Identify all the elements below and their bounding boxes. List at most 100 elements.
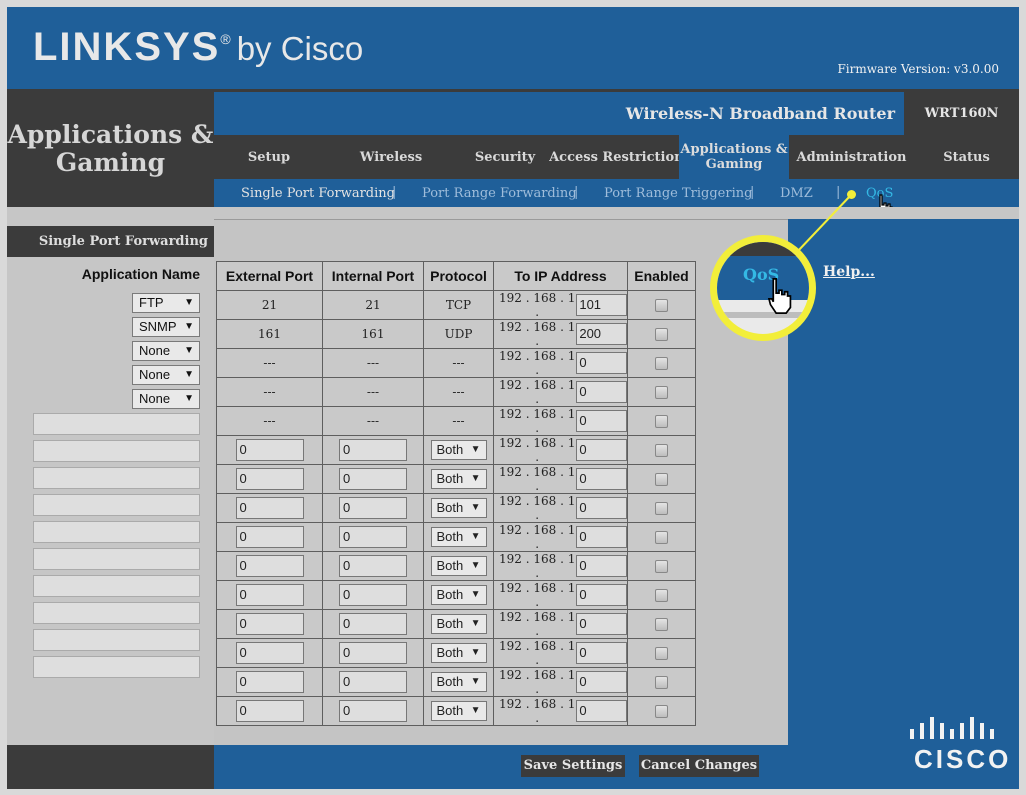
ip-last-octet-input[interactable]: 0 xyxy=(576,642,627,664)
subtab-dmz[interactable]: DMZ xyxy=(780,186,813,201)
internal-port-input[interactable]: 0 xyxy=(339,700,407,722)
enabled-checkbox[interactable] xyxy=(655,618,668,631)
app-name-input[interactable] xyxy=(33,602,200,624)
ip-last-octet-input[interactable]: 0 xyxy=(576,439,627,461)
app-name-input[interactable] xyxy=(33,656,200,678)
ip-address-group: 192 . 168 . 1 .0 xyxy=(494,581,627,609)
internal-port-cell: 0 xyxy=(322,435,424,465)
protocol-select[interactable]: Both ▼ xyxy=(430,440,487,460)
app-select-3[interactable]: None ▼ xyxy=(132,341,200,361)
protocol-select[interactable]: Both ▼ xyxy=(430,643,487,663)
protocol-select[interactable]: Both ▼ xyxy=(430,614,487,634)
save-settings-button[interactable]: Save Settings xyxy=(521,755,625,777)
enabled-checkbox[interactable] xyxy=(655,502,668,515)
external-port-input[interactable]: 0 xyxy=(235,700,304,722)
subtab-single-port-forwarding[interactable]: Single Port Forwarding xyxy=(241,186,395,201)
app-name-input[interactable] xyxy=(33,521,200,543)
ip-address-cell: 192 . 168 . 1 . 200 xyxy=(493,319,628,349)
external-port-input[interactable]: 0 xyxy=(235,497,304,519)
enabled-checkbox[interactable] xyxy=(655,531,668,544)
app-select-4[interactable]: None ▼ xyxy=(132,365,200,385)
app-name-input[interactable] xyxy=(33,629,200,651)
ip-last-octet-input[interactable]: 0 xyxy=(576,700,627,722)
ip-last-octet-input[interactable]: 0 xyxy=(576,613,627,635)
protocol-select[interactable]: Both ▼ xyxy=(430,585,487,605)
app-name-input[interactable] xyxy=(33,440,200,462)
tab-access-restrictions[interactable]: Access Restrictions xyxy=(549,135,691,179)
enabled-checkbox[interactable] xyxy=(655,589,668,602)
ip-last-octet-input[interactable]: 0 xyxy=(576,410,627,432)
ip-last-octet-input[interactable]: 0 xyxy=(576,497,627,519)
ip-last-octet-input[interactable]: 0 xyxy=(576,555,627,577)
app-name-input[interactable] xyxy=(33,494,200,516)
internal-port-input[interactable]: 0 xyxy=(339,526,407,548)
ip-last-octet-input[interactable]: 0 xyxy=(576,468,627,490)
enabled-checkbox[interactable] xyxy=(655,328,668,341)
tab-applications-gaming[interactable]: Applications & Gaming xyxy=(679,135,789,179)
cancel-changes-button[interactable]: Cancel Changes xyxy=(639,755,759,777)
enabled-checkbox[interactable] xyxy=(655,357,668,370)
external-port-input[interactable]: 0 xyxy=(235,642,304,664)
protocol-select[interactable]: Both ▼ xyxy=(430,498,487,518)
ip-last-octet-input[interactable]: 200 xyxy=(576,323,627,345)
internal-port-input[interactable]: 0 xyxy=(339,497,407,519)
subtab-separator: | xyxy=(574,185,579,200)
tab-wireless[interactable]: Wireless xyxy=(331,135,451,179)
app-name-input[interactable] xyxy=(33,413,200,435)
tab-security[interactable]: Security xyxy=(445,135,565,179)
protocol-select-value: Both xyxy=(436,529,464,544)
enabled-checkbox[interactable] xyxy=(655,444,668,457)
tab-administration[interactable]: Administration xyxy=(789,135,914,179)
enabled-checkbox[interactable] xyxy=(655,299,668,312)
enabled-checkbox[interactable] xyxy=(655,560,668,573)
internal-port-input[interactable]: 0 xyxy=(339,613,407,635)
internal-port-input[interactable]: 0 xyxy=(339,468,407,490)
ip-prefix: 192 . 168 . 1 . xyxy=(499,523,576,551)
internal-port-input[interactable]: 0 xyxy=(339,642,407,664)
internal-port-input[interactable]: 0 xyxy=(339,555,407,577)
internal-port-input[interactable]: 0 xyxy=(339,439,407,461)
protocol-select[interactable]: Both ▼ xyxy=(430,672,487,692)
ip-last-octet-input[interactable]: 0 xyxy=(576,584,627,606)
protocol-select[interactable]: Both ▼ xyxy=(430,701,487,721)
ip-last-octet-input[interactable]: 0 xyxy=(576,381,627,403)
ip-last-octet-input[interactable]: 0 xyxy=(576,352,627,374)
enabled-checkbox[interactable] xyxy=(655,647,668,660)
protocol-select[interactable]: Both ▼ xyxy=(430,556,487,576)
subtab-port-range-triggering[interactable]: Port Range Triggering xyxy=(604,186,752,201)
external-port-input[interactable]: 0 xyxy=(235,555,304,577)
ip-last-octet-input[interactable]: 101 xyxy=(576,294,627,316)
protocol-select[interactable]: Both ▼ xyxy=(430,527,487,547)
model-number: WRT160N xyxy=(904,92,1019,135)
app-name-input[interactable] xyxy=(33,548,200,570)
external-port-cell: 0 xyxy=(216,638,323,668)
app-select-1[interactable]: FTP ▼ xyxy=(132,293,200,313)
help-link[interactable]: Help... xyxy=(823,264,875,280)
app-select-5[interactable]: None ▼ xyxy=(132,389,200,409)
enabled-checkbox[interactable] xyxy=(655,676,668,689)
app-name-input[interactable] xyxy=(33,467,200,489)
internal-port-input[interactable]: 0 xyxy=(339,584,407,606)
external-port-input[interactable]: 0 xyxy=(235,526,304,548)
app-select-2[interactable]: SNMP ▼ xyxy=(132,317,200,337)
external-port-input[interactable]: 0 xyxy=(235,671,304,693)
protocol-cell: Both ▼ xyxy=(423,667,494,697)
router-admin-page: LINKSYS® by Cisco Firmware Version: v3.0.… xyxy=(7,7,1019,789)
external-port-input[interactable]: 0 xyxy=(235,584,304,606)
external-port-input[interactable]: 0 xyxy=(235,468,304,490)
ip-last-octet-input[interactable]: 0 xyxy=(576,671,627,693)
internal-port-cell: 0 xyxy=(322,696,424,726)
external-port-input[interactable]: 0 xyxy=(235,613,304,635)
ip-last-octet-input[interactable]: 0 xyxy=(576,526,627,548)
enabled-checkbox[interactable] xyxy=(655,386,668,399)
tab-setup[interactable]: Setup xyxy=(214,135,324,179)
enabled-checkbox[interactable] xyxy=(655,705,668,718)
enabled-checkbox[interactable] xyxy=(655,415,668,428)
enabled-checkbox[interactable] xyxy=(655,473,668,486)
subtab-port-range-forwarding[interactable]: Port Range Forwarding xyxy=(422,186,577,201)
tab-status[interactable]: Status xyxy=(914,135,1019,179)
internal-port-input[interactable]: 0 xyxy=(339,671,407,693)
protocol-select[interactable]: Both ▼ xyxy=(430,469,487,489)
app-name-input[interactable] xyxy=(33,575,200,597)
external-port-input[interactable]: 0 xyxy=(235,439,304,461)
